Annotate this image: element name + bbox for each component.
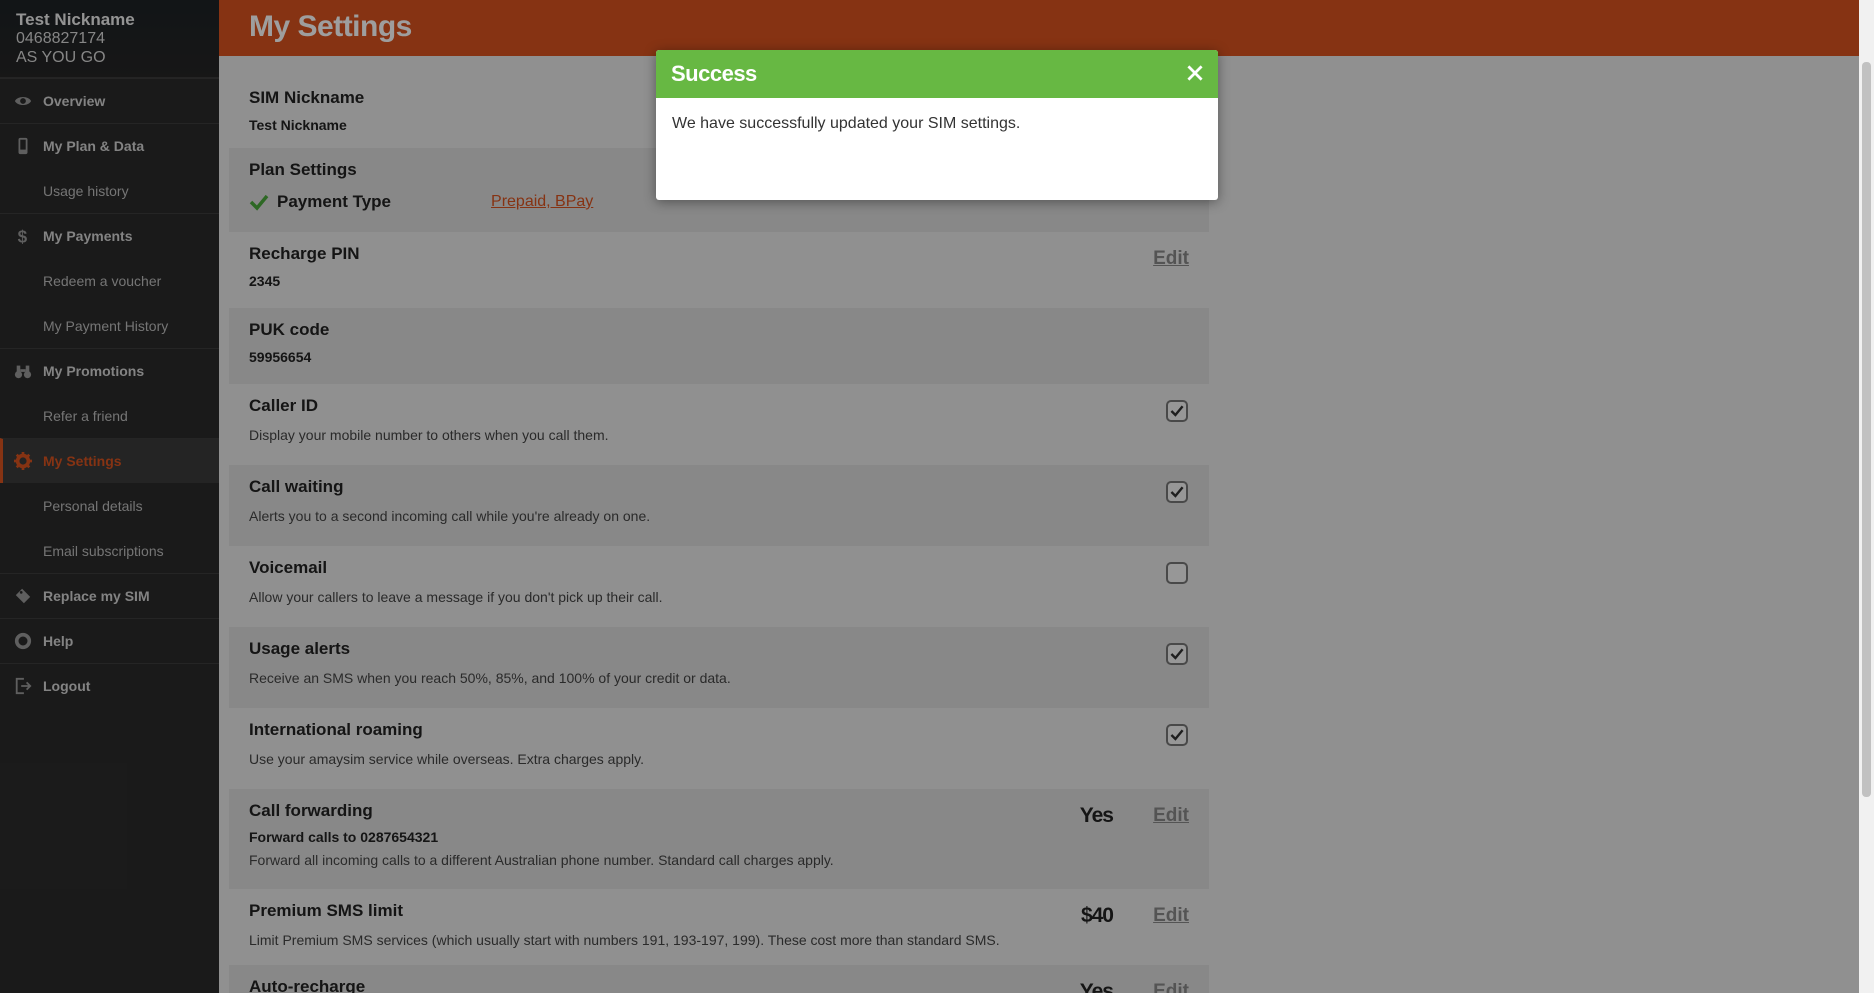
dialog-header: Success	[656, 50, 1218, 98]
close-icon[interactable]	[1184, 62, 1206, 84]
success-dialog: Success We have successfully updated you…	[656, 50, 1218, 200]
page-scrollbar[interactable]	[1859, 0, 1874, 993]
dialog-title: Success	[671, 61, 757, 86]
scrollbar-thumb[interactable]	[1862, 62, 1871, 797]
dialog-message: We have successfully updated your SIM se…	[672, 115, 1021, 132]
